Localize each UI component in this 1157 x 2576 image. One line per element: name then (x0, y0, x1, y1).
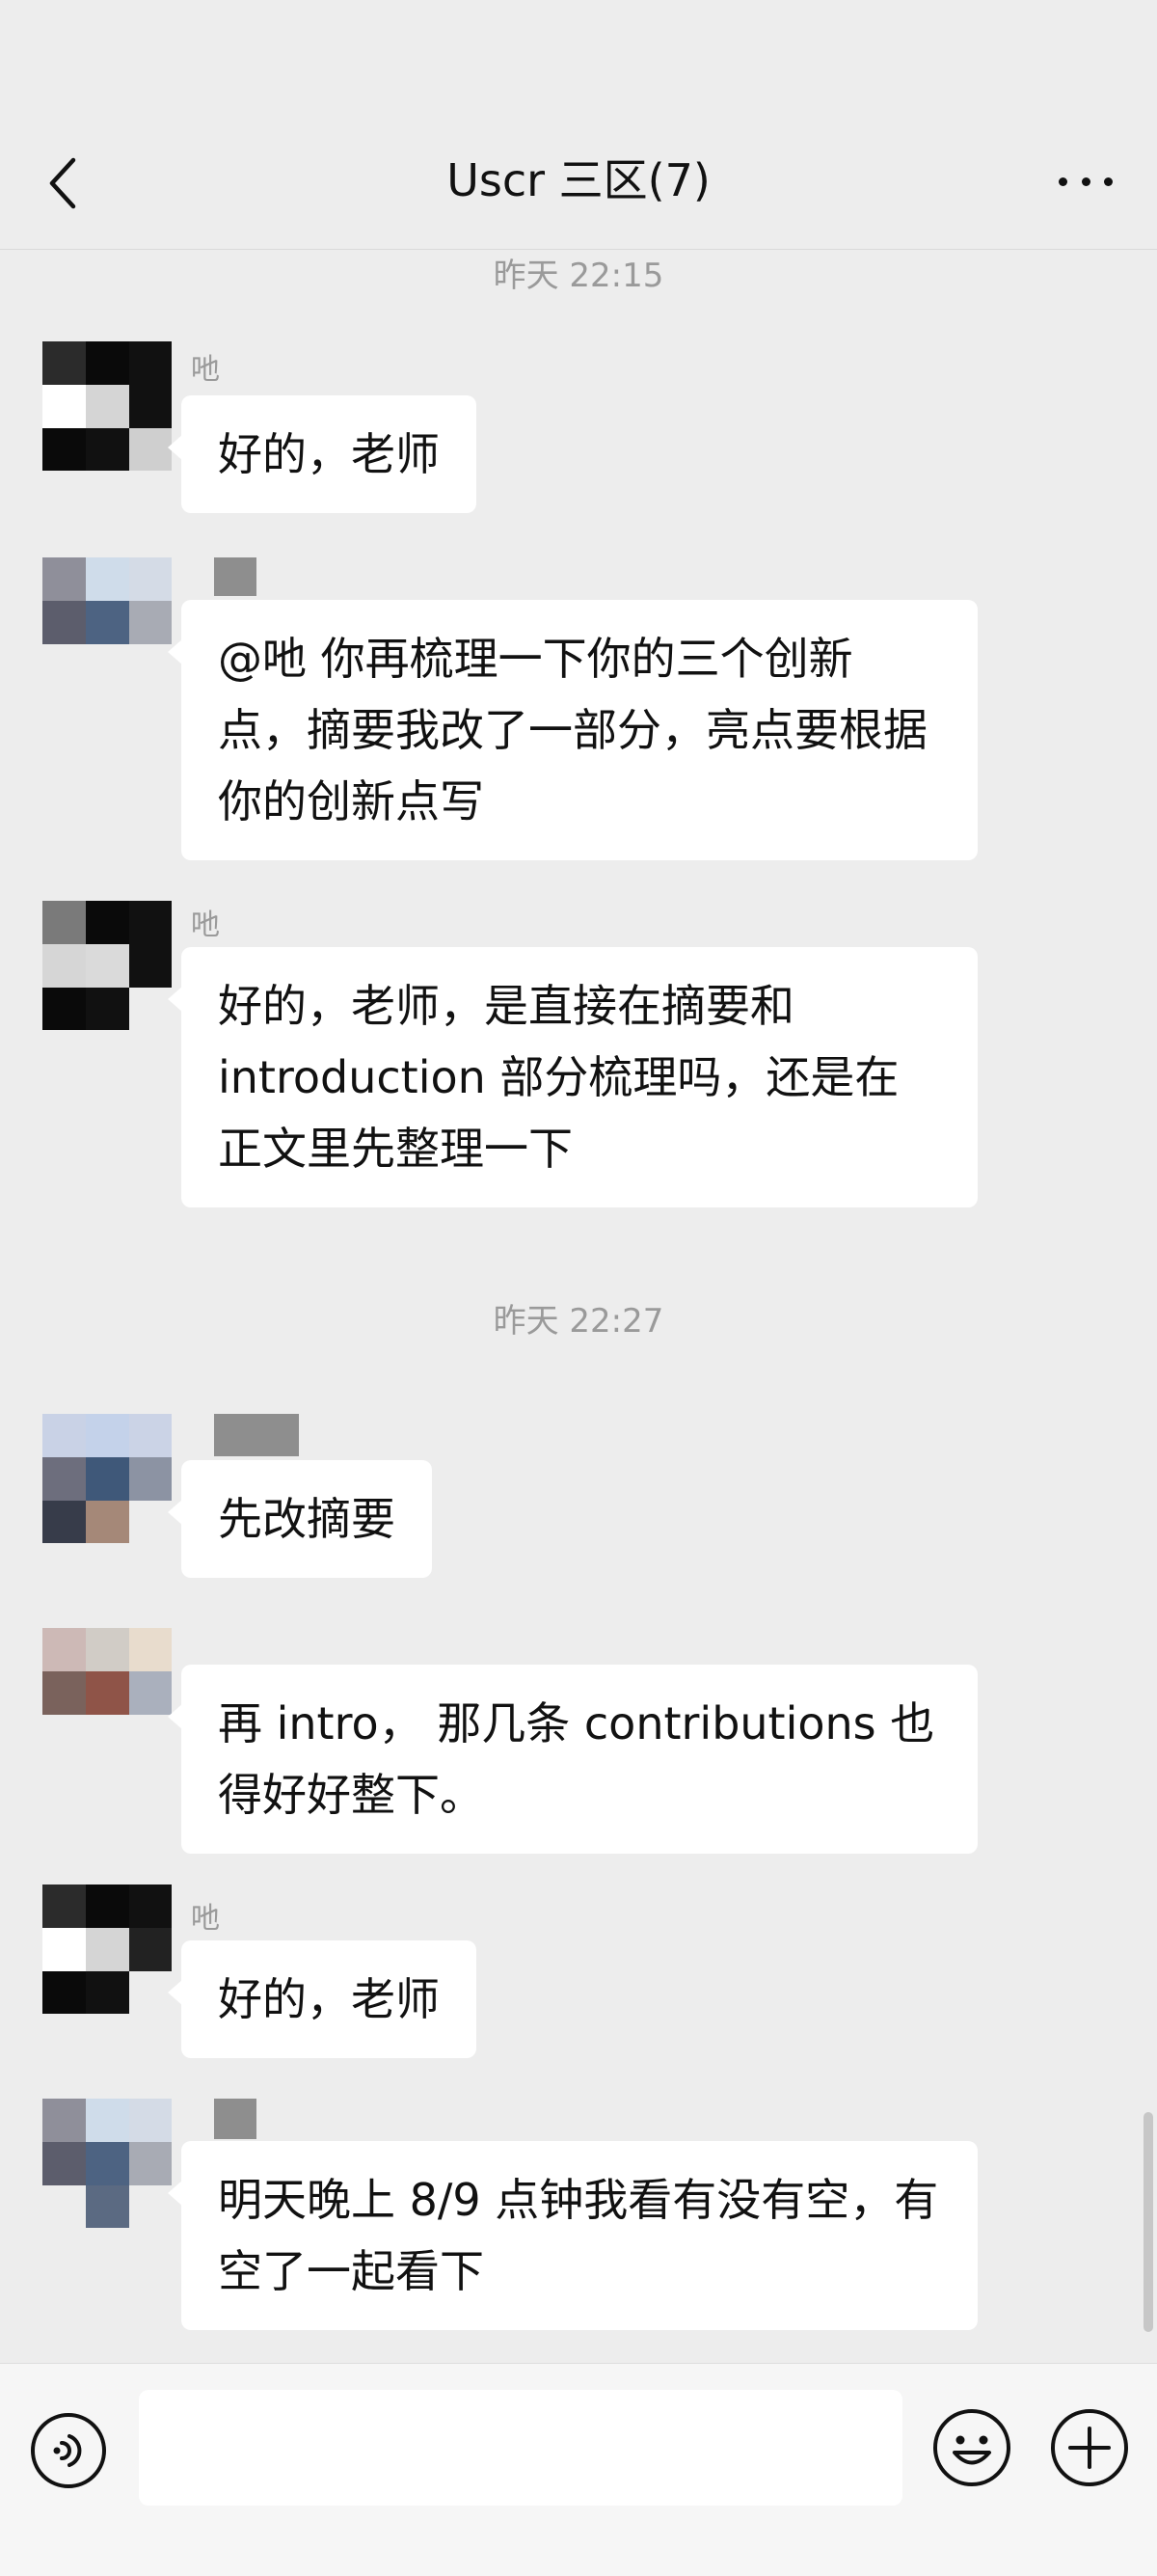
message-bubble[interactable]: 好的，老师 (168, 1940, 476, 2058)
avatar[interactable] (42, 341, 172, 471)
avatar[interactable] (42, 2099, 172, 2228)
avatar[interactable] (42, 557, 172, 687)
sender-name (214, 2099, 256, 2139)
message-bubble[interactable]: 先改摘要 (168, 1460, 432, 1578)
emoji-button[interactable] (931, 2407, 1012, 2488)
more-dots-icon (1059, 176, 1067, 186)
sender-name: 吔 (191, 908, 220, 942)
sender-name: 吔 (191, 1902, 220, 1936)
sender-name: 吔 (191, 353, 220, 387)
message-bubble[interactable]: 好的，老师 (168, 395, 476, 513)
message-bubble[interactable]: @吔 你再梳理一下你的三个创新点，摘要我改了一部分，亮点要根据你的创新点写 (168, 600, 978, 860)
more-actions-button[interactable] (1049, 2407, 1130, 2488)
message-input[interactable] (139, 2390, 902, 2506)
avatar[interactable] (42, 1628, 172, 1757)
avatar[interactable] (42, 1885, 172, 2014)
timestamp: 昨天 22:27 (493, 1302, 664, 1341)
avatar[interactable] (42, 901, 172, 1030)
voice-icon (31, 2413, 106, 2488)
sender-name (214, 557, 256, 596)
message-list[interactable]: 昨天 22:15 吔 好的，老师 @吔 你再梳理一下你的三个创新点，摘要我改了一… (0, 249, 1157, 2363)
message-bubble[interactable]: 明天晚上 8/9 点钟我看有没有空，有空了一起看下 (168, 2141, 978, 2330)
message-bubble[interactable]: 好的，老师，是直接在摘要和introduction 部分梳理吗，还是在正文里先整… (168, 947, 978, 1207)
sender-name (214, 1414, 299, 1456)
more-button[interactable] (1059, 162, 1113, 201)
chat-header: Uscr 三区(7) (0, 0, 1157, 250)
voice-button[interactable] (29, 2411, 108, 2490)
plus-icon (1051, 2409, 1128, 2486)
scrollbar[interactable] (1144, 2112, 1153, 2332)
avatar[interactable] (42, 1414, 172, 1543)
emoji-icon (933, 2409, 1010, 2486)
chat-title: Uscr 三区(7) (446, 154, 711, 206)
message-bubble[interactable]: 再 intro， 那几条 contributions 也得好好整下。 (168, 1665, 978, 1854)
timestamp: 昨天 22:15 (493, 257, 664, 295)
